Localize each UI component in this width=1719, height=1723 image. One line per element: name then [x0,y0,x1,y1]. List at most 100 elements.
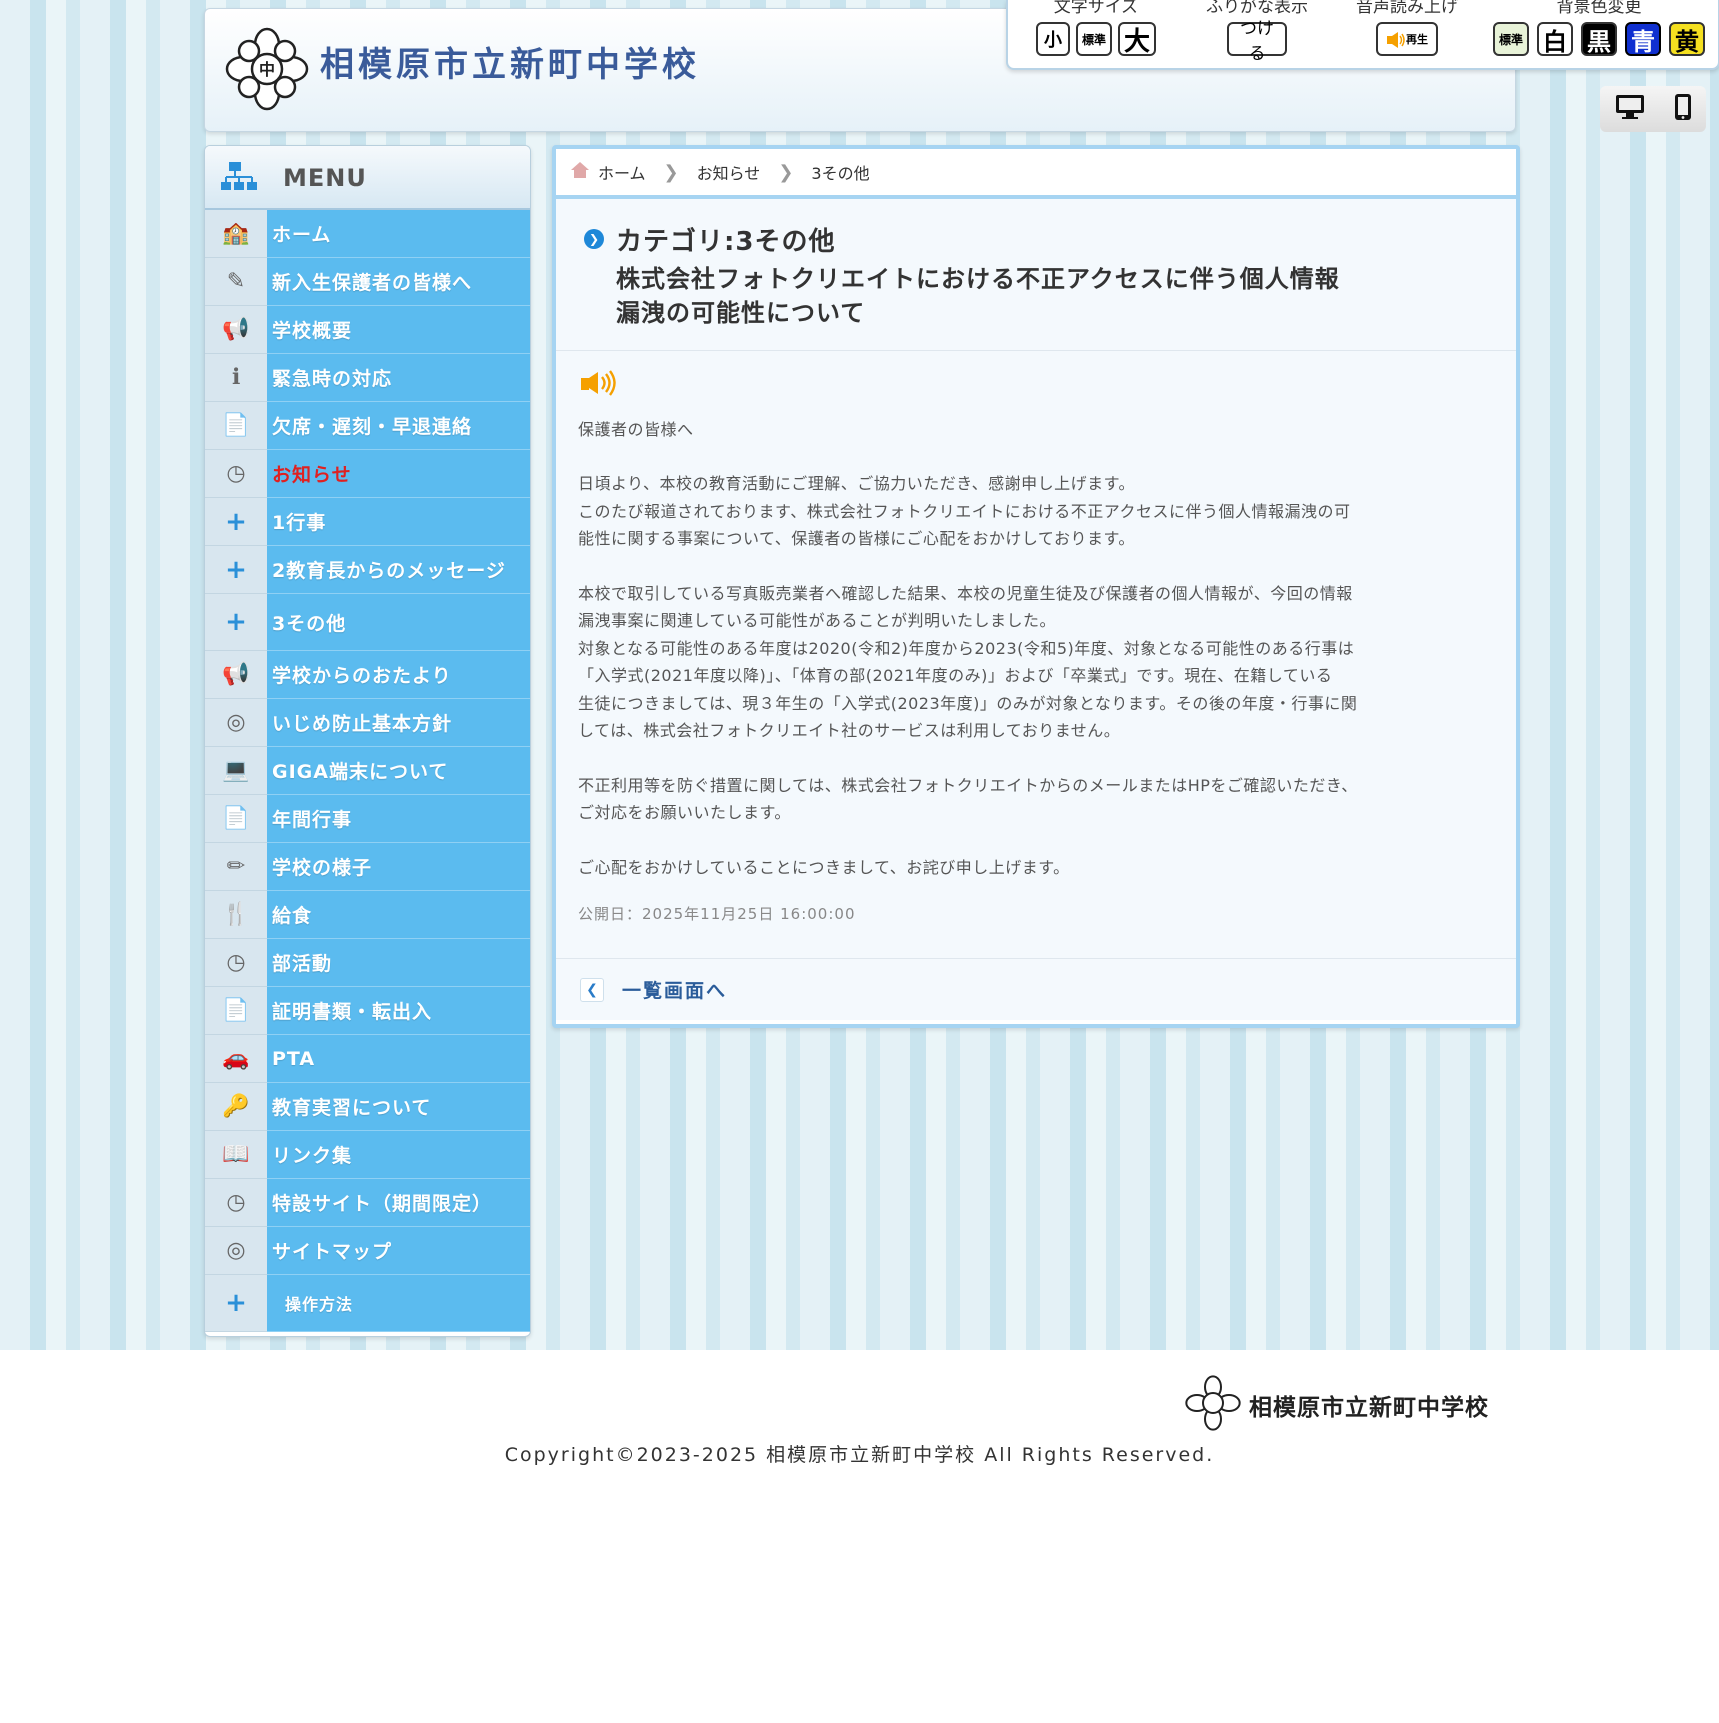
sidebar-item-label: 学校からのおたより [272,665,452,687]
bg-yellow-button[interactable]: 黄 [1669,22,1705,56]
breadcrumb: ホーム ❯ お知らせ ❯ 3その他 [556,149,1516,199]
copyright: Copyright©2023-2025 相模原市立新町中学校 All Right… [504,1444,1215,1466]
sidebar-item[interactable]: 📢 学校概要 [205,306,530,354]
pencil-ruler-icon: ✎ [205,258,267,306]
school-emblem-icon [1185,1375,1241,1435]
sidebar-item[interactable]: ◎ サイトマップ [205,1227,530,1275]
greeting: 保護者の皆様へ [578,419,694,439]
paragraph-line: 日頃より、本校の教育活動にご理解、ご協力いただき、感謝申し上げます。 [578,474,1136,493]
sidebar-item[interactable]: 📢 学校からのおたより [205,651,530,699]
pencil-icon: ✏ [205,843,267,891]
sidebar-item[interactable]: 🔑 教育実習について [205,1083,530,1131]
breadcrumb-news[interactable]: お知らせ [697,160,761,184]
svg-text:中: 中 [259,60,275,79]
sidebar-item[interactable]: 📄 証明書類・転出入 [205,987,530,1035]
speech-play-button[interactable]: 再生 [1376,22,1438,56]
footer-logo[interactable]: 相模原市立新町中学校 [1185,1375,1489,1435]
sidebar-item-label: 1行事 [272,512,327,534]
sidebar-item[interactable]: +2教育長からのメッセージ [205,546,530,594]
font-standard-button[interactable]: 標準 [1075,22,1112,56]
chevron-circle-icon: ❯ [584,229,604,249]
sidebar-item[interactable]: ◷ お知らせ [205,450,530,498]
paragraph-line: 「入学式(2021年度以降)」、「体育の部(2021年度のみ)」および「卒業式」… [578,666,1333,685]
bg-blue-button[interactable]: 青 [1625,22,1661,56]
menu-list: 🏫 ホーム ✎ 新入生保護者の皆様へ 📢 学校概要 ℹ 緊急時の対応 📄 欠席・遅刻・早退連絡 ◷ お… [205,210,530,1332]
paragraph-line: 能性に関する事案について、保護者の皆様にご心配をおかけしております。 [578,529,1135,548]
chevron-right-icon: ❯ [663,161,679,183]
sidebar-menu: MENU 🏫 ホーム ✎ 新入生保護者の皆様へ 📢 学校概要 ℹ 緊急時の対応 📄 欠席・遅刻・早… [204,145,531,1337]
sidebar-item[interactable]: +3その他 [205,594,530,651]
sidebar-item[interactable]: 📖 リンク集 [205,1131,530,1179]
furigana-on-button[interactable]: つける [1227,19,1287,64]
sidebar-item[interactable]: 🍴 給食 [205,891,530,939]
speaker-icon [1386,32,1405,48]
globe-icon: ◎ [205,1227,267,1275]
article: ❯ カテゴリ:3その他 株式会社フォトクリエイトにおける不正アクセスに伴う個人情… [556,199,1516,1020]
sidebar-item-label: 教育実習について [272,1097,432,1119]
background-color-group: 背景色変更 標準 白 黒 青 黄 [1492,0,1706,56]
sidebar-item[interactable]: ◎ いじめ防止基本方針 [205,699,530,747]
sidebar-item-label: 部活動 [272,953,333,975]
papers-icon: 📄 [205,987,267,1035]
bg-white-button[interactable]: 白 [1537,22,1573,56]
paragraph-line: しては、株式会社フォトクリエイト社のサービスは利用しておりません。 [578,721,1121,740]
sidebar-item[interactable]: ℹ 緊急時の対応 [205,354,530,402]
sidebar-item[interactable]: 🏫 ホーム [205,210,530,258]
book-icon: 📖 [205,1131,267,1179]
furigana-group: ふりがな表示 つける [1192,0,1322,64]
paragraph-line: 不正利用等を防ぐ措置に関しては、株式会社フォトクリエイトからのメールまたはHPを… [578,775,1358,795]
school-emblem-icon[interactable]: 中 [225,27,309,111]
paragraph-line: 漏洩事案に関連している可能性があることが判明いたしました。 [578,611,1057,630]
clock-icon: ◷ [205,450,267,498]
sidebar-item-label: 学校の様子 [272,857,373,879]
sidebar-item[interactable]: 📄 年間行事 [205,795,530,843]
desktop-icon[interactable] [1615,94,1645,124]
sidebar-item-label: 給食 [272,905,313,927]
breadcrumb-home[interactable]: ホーム [598,160,646,184]
sidebar-item[interactable]: 💻 GIGA端末について [205,747,530,795]
site-title[interactable]: 相模原市立新町中学校 [320,37,700,86]
sidebar-item[interactable]: ◷ 特設サイト（期間限定） [205,1179,530,1227]
sidebar-item[interactable]: ✎ 新入生保護者の皆様へ [205,258,530,306]
publish-date: 公開日：2025年11月25日 16:00:00 [578,905,856,923]
speech-group: 音声読み上げ 再生 [1342,0,1472,56]
bg-color-label: 背景色変更 [1556,0,1642,17]
sidebar-item-label: 新入生保護者の皆様へ [272,272,473,294]
sidebar-item[interactable]: + 操作方法 [205,1275,530,1332]
sitemap-icon [219,160,259,198]
plus-icon[interactable]: + [205,1275,267,1332]
sidebar-item-label: PTA [272,1047,316,1070]
info-icon: ℹ [205,354,267,402]
font-large-button[interactable]: 大 [1118,22,1157,57]
read-aloud-speaker-icon[interactable] [578,369,1494,406]
sidebar-item-label: 緊急時の対応 [272,368,393,390]
sidebar-item[interactable]: +1行事 [205,498,530,546]
font-size-label: 文字サイズ [1053,0,1139,17]
back-to-list-link[interactable]: ❮ 一覧画面へ [556,958,1516,1020]
plus-icon[interactable]: + [205,498,267,546]
bg-standard-button[interactable]: 標準 [1492,22,1529,56]
speech-label: 音声読み上げ [1356,0,1458,17]
clock-icon: ◷ [205,939,267,987]
article-title-line: 株式会社フォトクリエイトにおける不正アクセスに伴う個人情報 [616,265,1340,293]
sidebar-item-label: GIGA端末について [272,761,449,783]
car-icon: 🚗 [205,1035,267,1083]
sidebar-item-label: サイトマップ [272,1241,393,1263]
sidebar-item[interactable]: ✏ 学校の様子 [205,843,530,891]
plus-icon[interactable]: + [205,546,267,594]
sidebar-item-label: ホーム [272,224,332,246]
sidebar-item-label: 証明書類・転出入 [272,1001,433,1023]
back-to-list-label: 一覧画面へ [622,980,728,1002]
home-icon [570,161,590,183]
smartphone-icon[interactable] [1674,93,1692,125]
article-title-line: 漏洩の可能性について [616,299,866,327]
sidebar-item[interactable]: 📄 欠席・遅刻・早退連絡 [205,402,530,450]
sidebar-item[interactable]: ◷ 部活動 [205,939,530,987]
megaphone-icon: 📢 [205,651,267,699]
sidebar-item[interactable]: 🚗 PTA [205,1035,530,1083]
article-body: 保護者の皆様へ 日頃より、本校の教育活動にご理解、ご協力いただき、感謝申し上げま… [556,351,1516,939]
plus-icon[interactable]: + [205,594,267,651]
article-title: 株式会社フォトクリエイトにおける不正アクセスに伴う個人情報 漏洩の可能性について [616,262,1496,330]
bg-black-button[interactable]: 黒 [1581,22,1617,56]
font-small-button[interactable]: 小 [1035,22,1070,56]
